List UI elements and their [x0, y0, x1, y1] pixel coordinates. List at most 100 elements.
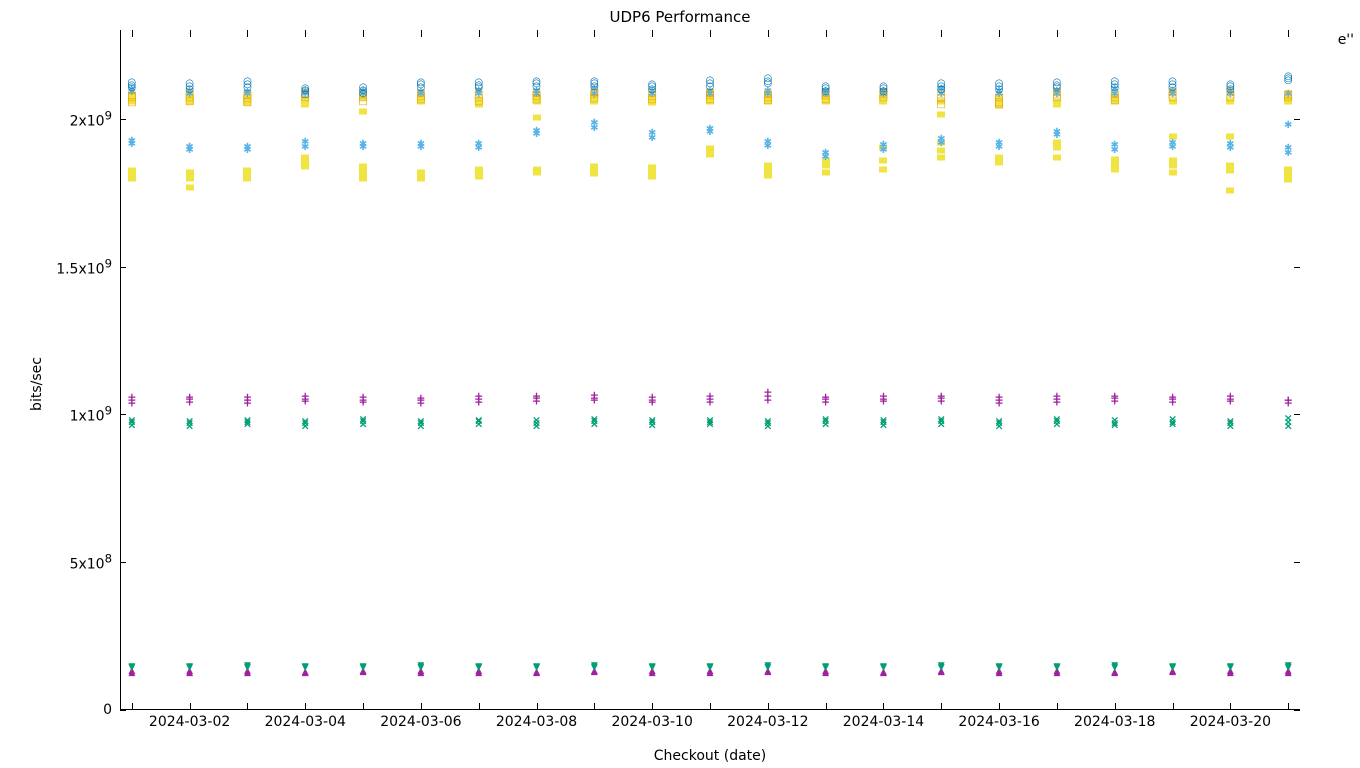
x-tick-label: 2024-03-14: [843, 714, 924, 730]
data-point: [301, 391, 310, 402]
data-point: [1284, 394, 1293, 405]
y-tick-label: 1x109: [70, 404, 112, 425]
data-point: [821, 391, 830, 402]
data-point: [648, 391, 657, 402]
y-tick-label: 0: [103, 702, 112, 718]
data-point: [1284, 163, 1292, 174]
data-point: [358, 391, 367, 402]
data-point: [764, 136, 772, 148]
udp6-performance-chart: UDP6 Performance bits/sec Checkout (date…: [0, 0, 1360, 768]
data-point: [243, 165, 251, 176]
data-point: [1226, 138, 1234, 150]
x-axis-label: Checkout (date): [120, 748, 1300, 764]
data-point: [185, 141, 193, 153]
data-point: [648, 414, 657, 425]
data-point: [1110, 391, 1119, 402]
data-point: [1053, 152, 1061, 163]
data-point: [474, 76, 483, 88]
data-point: [590, 117, 598, 129]
data-point: [417, 166, 425, 177]
data-point: [764, 659, 771, 671]
data-point: [1110, 415, 1119, 426]
data-point: [879, 391, 888, 402]
data-point: [937, 109, 945, 120]
data-point: [763, 88, 772, 100]
data-point: [533, 660, 540, 672]
data-point: [243, 75, 252, 87]
data-point: [706, 143, 714, 154]
chart-title: UDP6 Performance: [0, 8, 1360, 26]
data-point: [648, 127, 656, 139]
x-tick-label: 2024-03-16: [958, 714, 1039, 730]
data-point: [416, 415, 425, 426]
data-point: [1226, 391, 1235, 402]
data-point: [590, 161, 598, 172]
data-point: [417, 138, 425, 150]
data-point: [1227, 660, 1234, 672]
data-point: [822, 660, 829, 672]
data-point: [417, 76, 426, 88]
data-point: [243, 392, 252, 403]
data-point: [301, 152, 309, 163]
data-point: [994, 98, 1003, 110]
data-point: [879, 414, 888, 425]
data-point: [185, 415, 194, 426]
data-point: [359, 106, 367, 117]
data-point: [707, 660, 714, 672]
data-point: [821, 147, 829, 159]
data-point: [533, 112, 541, 123]
corner-annotation: e'': [1338, 32, 1354, 48]
data-point: [937, 133, 945, 145]
data-point: [705, 414, 714, 425]
data-point: [243, 414, 252, 425]
data-point: [532, 415, 541, 426]
data-point: [359, 81, 368, 93]
data-point: [1168, 391, 1177, 402]
data-point: [127, 76, 136, 88]
data-point: [996, 660, 1003, 672]
data-point: [938, 659, 945, 671]
data-point: [1226, 78, 1235, 90]
data-point: [705, 391, 714, 402]
data-point: [1283, 88, 1292, 100]
data-point: [1169, 155, 1177, 166]
data-point: [649, 660, 656, 672]
data-point: [127, 415, 136, 426]
data-point: [1284, 119, 1292, 131]
data-point: [995, 137, 1003, 149]
data-point: [879, 80, 888, 92]
data-point: [474, 391, 483, 402]
data-point: [359, 138, 367, 150]
data-point: [301, 82, 310, 94]
data-point: [880, 660, 887, 672]
data-point: [706, 123, 714, 135]
data-point: [995, 77, 1004, 89]
data-point: [1284, 417, 1293, 428]
data-point: [185, 392, 194, 403]
data-point: [1284, 142, 1292, 154]
data-point: [590, 390, 599, 401]
data-point: [1111, 139, 1119, 151]
data-point: [590, 75, 599, 87]
data-point: [937, 414, 946, 425]
data-point: [706, 74, 715, 86]
data-point: [821, 414, 830, 425]
data-point: [1111, 659, 1118, 671]
x-tick-label: 2024-03-08: [496, 714, 577, 730]
data-point: [821, 80, 830, 92]
x-tick-label: 2024-03-10: [611, 714, 692, 730]
y-tick-label: 2x109: [70, 108, 112, 129]
x-tick-label: 2024-03-02: [149, 714, 230, 730]
data-point: [764, 159, 772, 170]
data-point: [1169, 660, 1176, 672]
data-point: [648, 162, 656, 173]
x-tick-label: 2024-03-04: [265, 714, 346, 730]
data-point: [301, 415, 310, 426]
data-point: [1168, 75, 1177, 87]
data-point: [1052, 413, 1061, 424]
data-point: [358, 414, 367, 425]
data-point: [1110, 75, 1119, 87]
data-point: [302, 660, 309, 672]
data-point: [648, 78, 657, 90]
data-point: [186, 660, 193, 672]
